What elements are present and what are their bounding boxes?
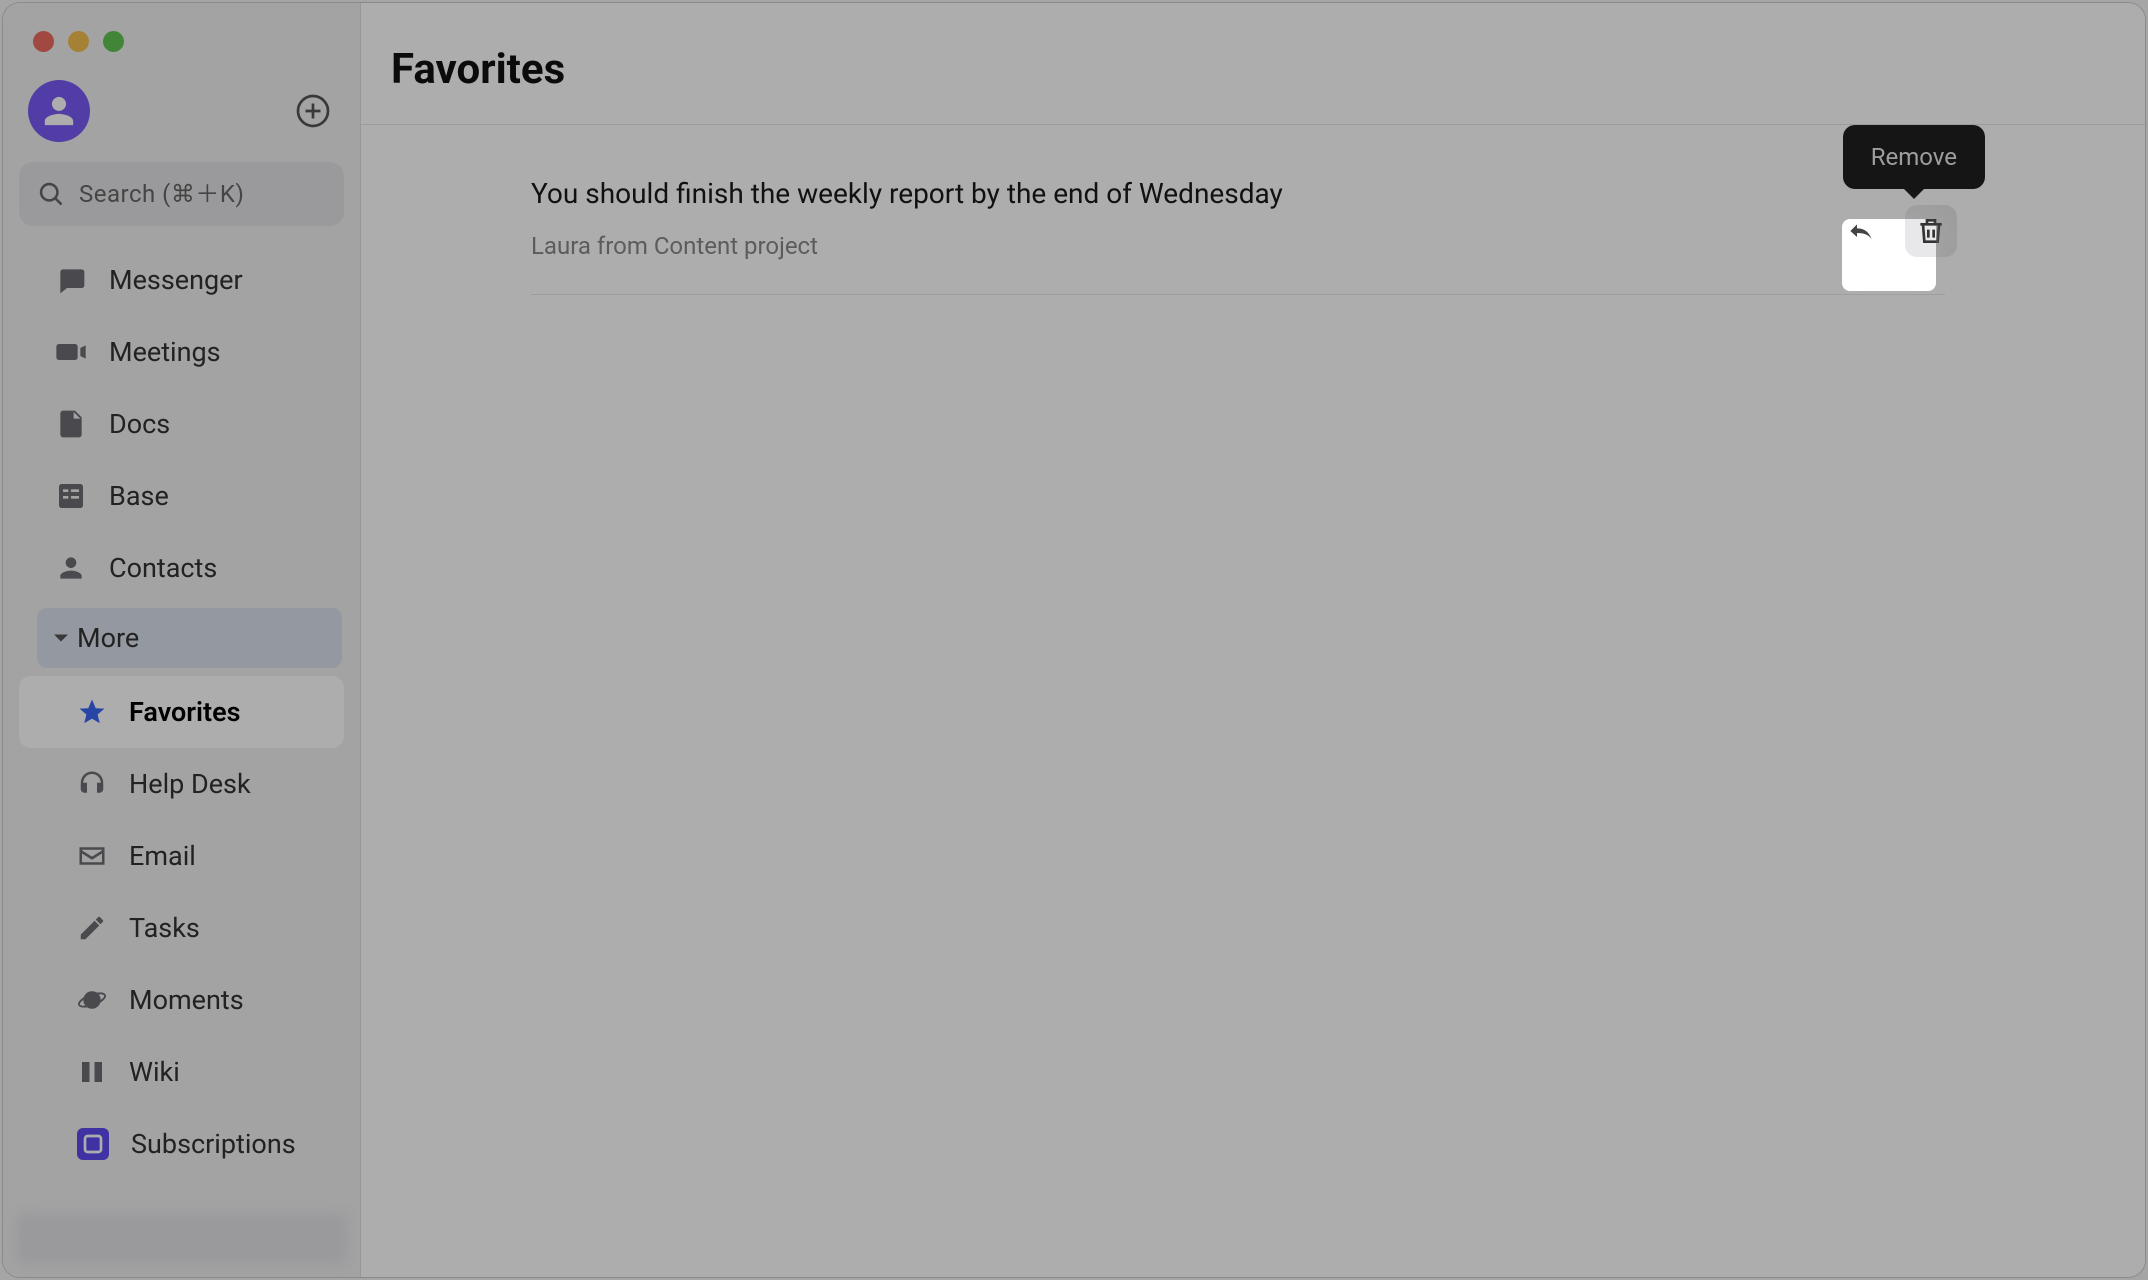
nav-list: Messenger Meetings Docs Base — [3, 244, 360, 1180]
base-icon — [55, 480, 87, 512]
favorite-actions: Remove — [1835, 205, 1957, 257]
pencil-icon — [77, 913, 107, 943]
add-button[interactable] — [291, 89, 335, 133]
contacts-icon — [55, 552, 87, 584]
sidebar-item-label: Help Desk — [129, 768, 251, 800]
sidebar-item-label: Docs — [109, 408, 170, 440]
sidebar-item-label: Wiki — [129, 1056, 180, 1088]
sidebar-item-favorites[interactable]: Favorites — [19, 676, 344, 748]
sidebar-item-label: Tasks — [129, 912, 200, 944]
sidebar-item-tasks[interactable]: Tasks — [19, 892, 344, 964]
main-header: Favorites — [361, 3, 2145, 125]
sidebar-item-label: Messenger — [109, 264, 243, 296]
sidebar: Messenger Meetings Docs Base — [3, 3, 361, 1277]
user-icon — [42, 94, 76, 128]
subscriptions-icon — [77, 1128, 109, 1160]
share-icon — [1845, 215, 1877, 247]
avatar[interactable] — [28, 80, 90, 142]
sidebar-item-label: Subscriptions — [131, 1128, 296, 1160]
chat-icon — [55, 264, 87, 296]
share-button[interactable] — [1835, 205, 1887, 257]
search-input[interactable] — [79, 180, 326, 208]
sidebar-item-messenger[interactable]: Messenger — [19, 244, 344, 316]
docs-icon — [55, 408, 87, 440]
sidebar-item-label: Favorites — [129, 696, 241, 728]
sidebar-item-label: Contacts — [109, 552, 217, 584]
sidebar-bottom — [3, 1201, 360, 1277]
search-bar[interactable] — [19, 162, 344, 226]
search-icon — [37, 180, 65, 208]
sidebar-item-label: Email — [129, 840, 196, 872]
window-maximize-button[interactable] — [103, 31, 124, 52]
chevron-down-icon — [47, 624, 75, 652]
window-close-button[interactable] — [33, 31, 54, 52]
favorite-item[interactable]: You should finish the weekly report by t… — [531, 155, 1945, 295]
sidebar-bottom-placeholder — [15, 1213, 348, 1265]
sidebar-item-moments[interactable]: Moments — [19, 964, 344, 1036]
video-icon — [55, 336, 87, 368]
main-content: Favorites You should finish the weekly r… — [361, 3, 2145, 1277]
trash-icon — [1915, 215, 1947, 247]
sidebar-item-label: Meetings — [109, 336, 221, 368]
plus-circle-icon — [295, 93, 331, 129]
mail-icon — [77, 841, 107, 871]
sidebar-item-help-desk[interactable]: Help Desk — [19, 748, 344, 820]
sidebar-item-contacts[interactable]: Contacts — [19, 532, 344, 604]
sidebar-item-label: Base — [109, 480, 169, 512]
window-minimize-button[interactable] — [68, 31, 89, 52]
favorites-list: You should finish the weekly report by t… — [361, 125, 2145, 295]
delete-button[interactable]: Remove — [1905, 205, 1957, 257]
favorite-text: You should finish the weekly report by t… — [531, 177, 1945, 210]
planet-icon — [77, 985, 107, 1015]
sidebar-item-base[interactable]: Base — [19, 460, 344, 532]
favorite-meta: Laura from Content project — [531, 232, 1945, 260]
tooltip-remove: Remove — [1843, 125, 1985, 189]
star-icon — [77, 697, 107, 727]
sidebar-item-email[interactable]: Email — [19, 820, 344, 892]
sidebar-item-meetings[interactable]: Meetings — [19, 316, 344, 388]
sidebar-item-docs[interactable]: Docs — [19, 388, 344, 460]
headset-icon — [77, 769, 107, 799]
sidebar-item-wiki[interactable]: Wiki — [19, 1036, 344, 1108]
sidebar-item-more[interactable]: More — [37, 608, 342, 668]
sidebar-item-subscriptions[interactable]: Subscriptions — [19, 1108, 344, 1180]
wiki-icon — [77, 1057, 107, 1087]
traffic-lights — [3, 3, 360, 52]
page-title: Favorites — [391, 45, 2115, 94]
sidebar-item-label: Moments — [129, 984, 244, 1016]
sidebar-item-label: More — [77, 622, 139, 654]
